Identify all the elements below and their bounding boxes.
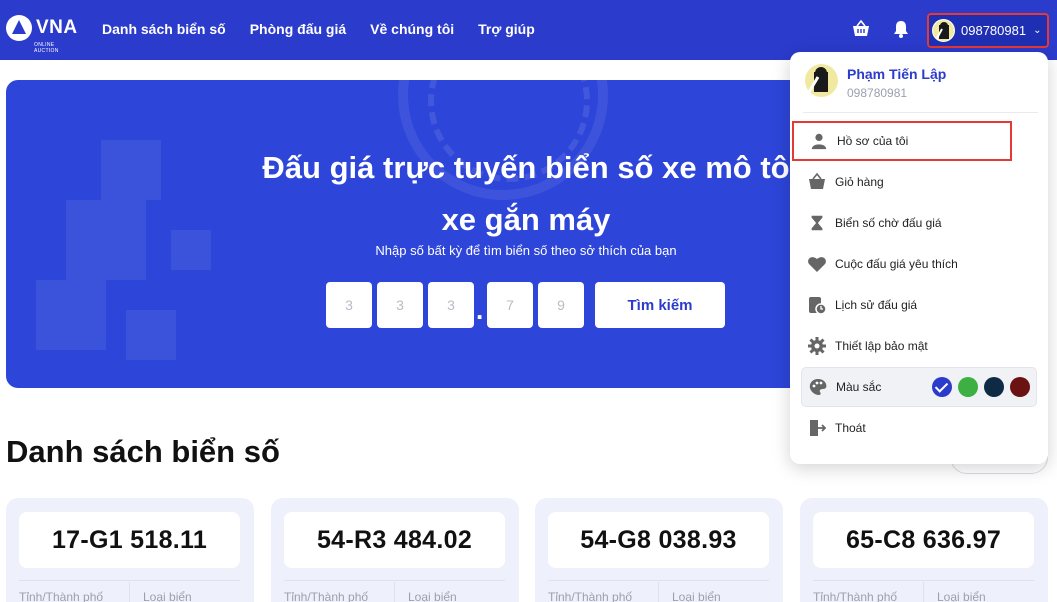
menu-item-logout[interactable]: Thoát — [803, 408, 1038, 448]
user-dropdown: Phạm Tiến Lập 098780981 Hồ sơ của tôi Gi… — [790, 52, 1048, 464]
menu-item-label: Biển số chờ đấu giá — [835, 216, 942, 230]
user-phone-secondary: 098780981 — [847, 86, 908, 100]
user-icon — [809, 131, 829, 151]
plate-type-label: Loại biển — [143, 590, 192, 602]
user-menu-toggle[interactable]: 098780981 ⌄ — [927, 13, 1049, 48]
plate-search: 3 3 3 . 7 9 Tìm kiếm — [326, 282, 725, 328]
menu-item-profile[interactable]: Hồ sơ của tôi — [792, 121, 1012, 161]
divider — [813, 580, 1034, 581]
menu-item-label: Giỏ hàng — [835, 175, 884, 189]
menu-item-cart[interactable]: Giỏ hàng — [803, 162, 1038, 202]
divider — [394, 582, 395, 602]
province-label: Tỉnh/Thành phố — [284, 590, 369, 602]
decor-square — [126, 310, 176, 360]
logo[interactable]: VNA ONLINE AUCTION — [6, 15, 78, 54]
heart-icon — [807, 254, 827, 274]
province-label: Tỉnh/Thành phố — [813, 590, 898, 602]
plate-card[interactable]: 65-C8 636.97 Tỉnh/Thành phố Loại biển — [800, 498, 1048, 602]
gear-icon — [807, 336, 827, 356]
plate-card[interactable]: 17-G1 518.11 Tỉnh/Thành phố Loại biển — [6, 498, 254, 602]
plate-type-label: Loại biển — [937, 590, 986, 602]
divider — [284, 580, 505, 581]
digit-input[interactable]: 3 — [428, 282, 474, 328]
color-swatch-blue[interactable] — [932, 377, 952, 397]
decor-square — [36, 280, 106, 350]
bell-icon[interactable] — [891, 19, 911, 39]
menu-item-color-theme: Màu sắc — [801, 367, 1037, 407]
menu-item-label: Lịch sử đấu giá — [835, 298, 918, 312]
menu-item-label: Cuộc đấu giá yêu thích — [835, 257, 958, 271]
plate-card[interactable]: 54-G8 038.93 Tỉnh/Thành phố Loại biển — [535, 498, 783, 602]
divider — [19, 580, 240, 581]
digit-input[interactable]: 9 — [538, 282, 584, 328]
plate-type-label: Loại biển — [672, 590, 721, 602]
digit-input[interactable]: 3 — [377, 282, 423, 328]
menu-item-label: Thoát — [835, 421, 866, 435]
divider — [548, 580, 769, 581]
menu-item-security-settings[interactable]: Thiết lập bảo mật — [803, 326, 1038, 366]
menu-item-pending-plates[interactable]: Biển số chờ đấu giá — [803, 203, 1038, 243]
color-swatch-maroon[interactable] — [1010, 377, 1030, 397]
search-button[interactable]: Tìm kiếm — [595, 282, 725, 328]
page: VNA ONLINE AUCTION Danh sách biển số Phò… — [0, 0, 1057, 602]
nav-links: Danh sách biển số Phòng đấu giá Về chúng… — [102, 21, 559, 37]
hourglass-icon — [807, 213, 827, 233]
nav-link-about[interactable]: Về chúng tôi — [370, 21, 454, 37]
basket-icon[interactable] — [851, 19, 871, 39]
list-title: Danh sách biển số — [6, 434, 280, 469]
divider — [658, 582, 659, 602]
province-label: Tỉnh/Thành phố — [19, 590, 104, 602]
user-phone: 098780981 — [961, 23, 1027, 38]
chevron-down-icon: ⌄ — [1033, 25, 1042, 36]
nav-link-help[interactable]: Trợ giúp — [478, 21, 535, 37]
menu-item-auction-history[interactable]: Lịch sử đấu giá — [803, 285, 1038, 325]
logo-icon — [6, 15, 32, 41]
user-name: Phạm Tiến Lập — [847, 66, 947, 82]
plate-number: 54-G8 038.93 — [548, 512, 769, 568]
plate-card[interactable]: 54-R3 484.02 Tỉnh/Thành phố Loại biển — [271, 498, 519, 602]
divider — [923, 582, 924, 602]
color-swatch-green[interactable] — [958, 377, 978, 397]
menu-item-label: Hồ sơ của tôi — [837, 134, 909, 148]
divider — [129, 582, 130, 602]
color-swatches — [926, 377, 1030, 397]
basket-icon — [807, 172, 827, 192]
logo-subtext: ONLINE AUCTION — [34, 42, 59, 54]
avatar — [932, 19, 955, 42]
plate-number: 54-R3 484.02 — [284, 512, 505, 568]
user-profile-header: Phạm Tiến Lập 098780981 — [803, 64, 1038, 114]
plate-dot: . — [476, 294, 484, 325]
menu-item-label: Màu sắc — [836, 380, 882, 394]
palette-icon — [808, 377, 828, 397]
avatar — [805, 64, 838, 97]
menu-item-favorite-auctions[interactable]: Cuộc đấu giá yêu thích — [803, 244, 1038, 284]
history-icon — [807, 295, 827, 315]
plate-number: 17-G1 518.11 — [19, 512, 240, 568]
logout-icon — [807, 418, 827, 438]
digit-input[interactable]: 3 — [326, 282, 372, 328]
divider — [803, 112, 1038, 113]
digit-input[interactable]: 7 — [487, 282, 533, 328]
province-label: Tỉnh/Thành phố — [548, 590, 633, 602]
plate-number: 65-C8 636.97 — [813, 512, 1034, 568]
top-nav: VNA ONLINE AUCTION Danh sách biển số Phò… — [0, 0, 1057, 60]
nav-link-auction-room[interactable]: Phòng đấu giá — [250, 21, 346, 37]
logo-text: VNA — [36, 17, 78, 38]
color-swatch-navy[interactable] — [984, 377, 1004, 397]
nav-link-plate-list[interactable]: Danh sách biển số — [102, 21, 226, 37]
menu-item-label: Thiết lập bảo mật — [835, 339, 928, 353]
plate-type-label: Loại biển — [408, 590, 457, 602]
